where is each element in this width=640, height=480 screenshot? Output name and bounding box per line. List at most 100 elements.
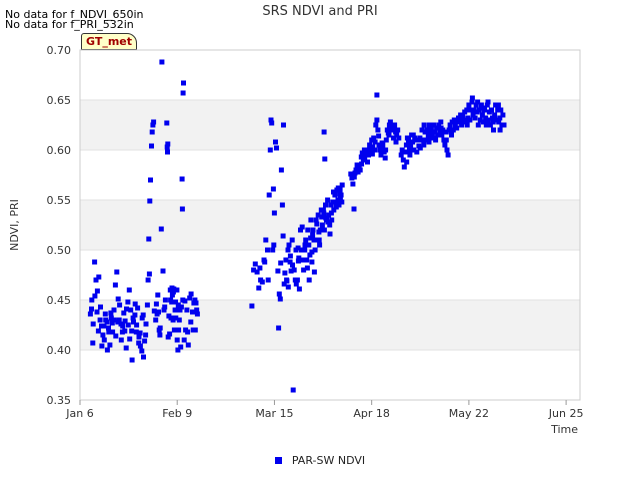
data-point xyxy=(193,300,199,306)
data-point xyxy=(278,260,284,266)
y-tick-label: 0.65 xyxy=(47,94,72,107)
data-point xyxy=(95,328,101,334)
data-point xyxy=(190,327,196,333)
data-point xyxy=(99,343,105,349)
data-point xyxy=(157,332,163,338)
data-point xyxy=(278,167,284,173)
data-point xyxy=(173,315,179,321)
data-point xyxy=(490,119,496,125)
data-point xyxy=(410,132,416,138)
data-point xyxy=(480,105,486,111)
data-point xyxy=(148,177,153,183)
data-point xyxy=(92,293,98,299)
data-point xyxy=(401,164,407,170)
data-point xyxy=(194,311,200,317)
data-point xyxy=(249,303,255,309)
data-point xyxy=(160,268,166,274)
data-point xyxy=(339,199,345,205)
data-point xyxy=(265,247,270,253)
data-point xyxy=(149,143,154,149)
data-point xyxy=(383,147,389,153)
data-point xyxy=(314,221,320,227)
x-tick-label: Apr 18 xyxy=(353,407,390,420)
data-point xyxy=(308,217,314,223)
data-point xyxy=(156,309,161,315)
data-point xyxy=(489,107,494,113)
data-point xyxy=(372,139,378,145)
data-point xyxy=(302,247,308,253)
y-tick-label: 0.70 xyxy=(47,44,72,57)
data-point xyxy=(266,192,272,198)
data-point xyxy=(164,120,170,126)
data-point xyxy=(302,242,308,248)
data-point xyxy=(373,122,379,128)
data-point xyxy=(279,202,285,208)
data-point xyxy=(176,327,182,333)
data-point xyxy=(104,347,110,353)
data-point xyxy=(262,259,268,265)
data-point xyxy=(116,317,122,323)
data-point xyxy=(149,129,155,135)
data-point xyxy=(404,159,410,165)
data-point xyxy=(304,257,310,263)
x-tick-label: Feb 9 xyxy=(162,407,192,420)
data-point xyxy=(137,330,143,336)
data-point xyxy=(257,265,263,271)
data-point xyxy=(390,127,396,133)
data-point xyxy=(162,297,168,303)
data-point xyxy=(492,112,498,118)
data-point xyxy=(165,149,170,155)
plot-band xyxy=(80,300,580,350)
data-point xyxy=(284,277,290,283)
legend: PAR-SW NDVI xyxy=(0,454,640,467)
x-tick-label: Mar 15 xyxy=(255,407,293,420)
data-point xyxy=(311,269,317,275)
data-point xyxy=(454,125,460,131)
data-point xyxy=(153,317,159,323)
data-point xyxy=(117,302,123,308)
data-point xyxy=(145,277,151,283)
data-point xyxy=(182,298,188,304)
data-point xyxy=(359,161,365,167)
data-point xyxy=(184,307,190,313)
data-point xyxy=(327,231,333,237)
data-point xyxy=(467,117,473,123)
data-point xyxy=(333,204,339,210)
data-point xyxy=(132,301,138,307)
data-point xyxy=(263,237,269,243)
data-point xyxy=(158,226,164,232)
data-point xyxy=(309,259,315,265)
data-point xyxy=(469,95,475,101)
data-point xyxy=(310,227,316,233)
data-point xyxy=(286,242,292,248)
y-tick-label: 0.55 xyxy=(47,194,72,207)
data-point xyxy=(321,210,327,216)
data-point xyxy=(118,337,124,343)
data-point xyxy=(382,155,388,161)
data-point xyxy=(426,139,432,145)
data-point xyxy=(500,112,506,118)
data-point xyxy=(325,219,331,225)
data-point xyxy=(164,144,170,150)
data-point xyxy=(351,174,357,180)
data-point xyxy=(129,328,135,334)
data-point xyxy=(178,344,184,350)
data-point xyxy=(285,247,291,253)
data-point xyxy=(333,199,339,205)
data-point xyxy=(445,152,451,158)
scatter-plot: 0.35 0.40 0.45 0.50 0.55 0.60 0.65 0.70 Jan 6 Feb… xyxy=(8,44,583,436)
data-point xyxy=(475,99,481,105)
data-point xyxy=(310,232,316,238)
data-point xyxy=(495,102,501,108)
data-point xyxy=(90,321,96,327)
data-point xyxy=(125,322,131,328)
data-point xyxy=(146,236,152,242)
data-point xyxy=(282,270,288,276)
data-point xyxy=(383,137,389,143)
data-point xyxy=(130,315,136,321)
data-point xyxy=(181,80,186,86)
x-tick-label: May 22 xyxy=(449,407,489,420)
data-point xyxy=(290,262,295,268)
data-point xyxy=(174,337,180,343)
data-point xyxy=(179,206,185,212)
